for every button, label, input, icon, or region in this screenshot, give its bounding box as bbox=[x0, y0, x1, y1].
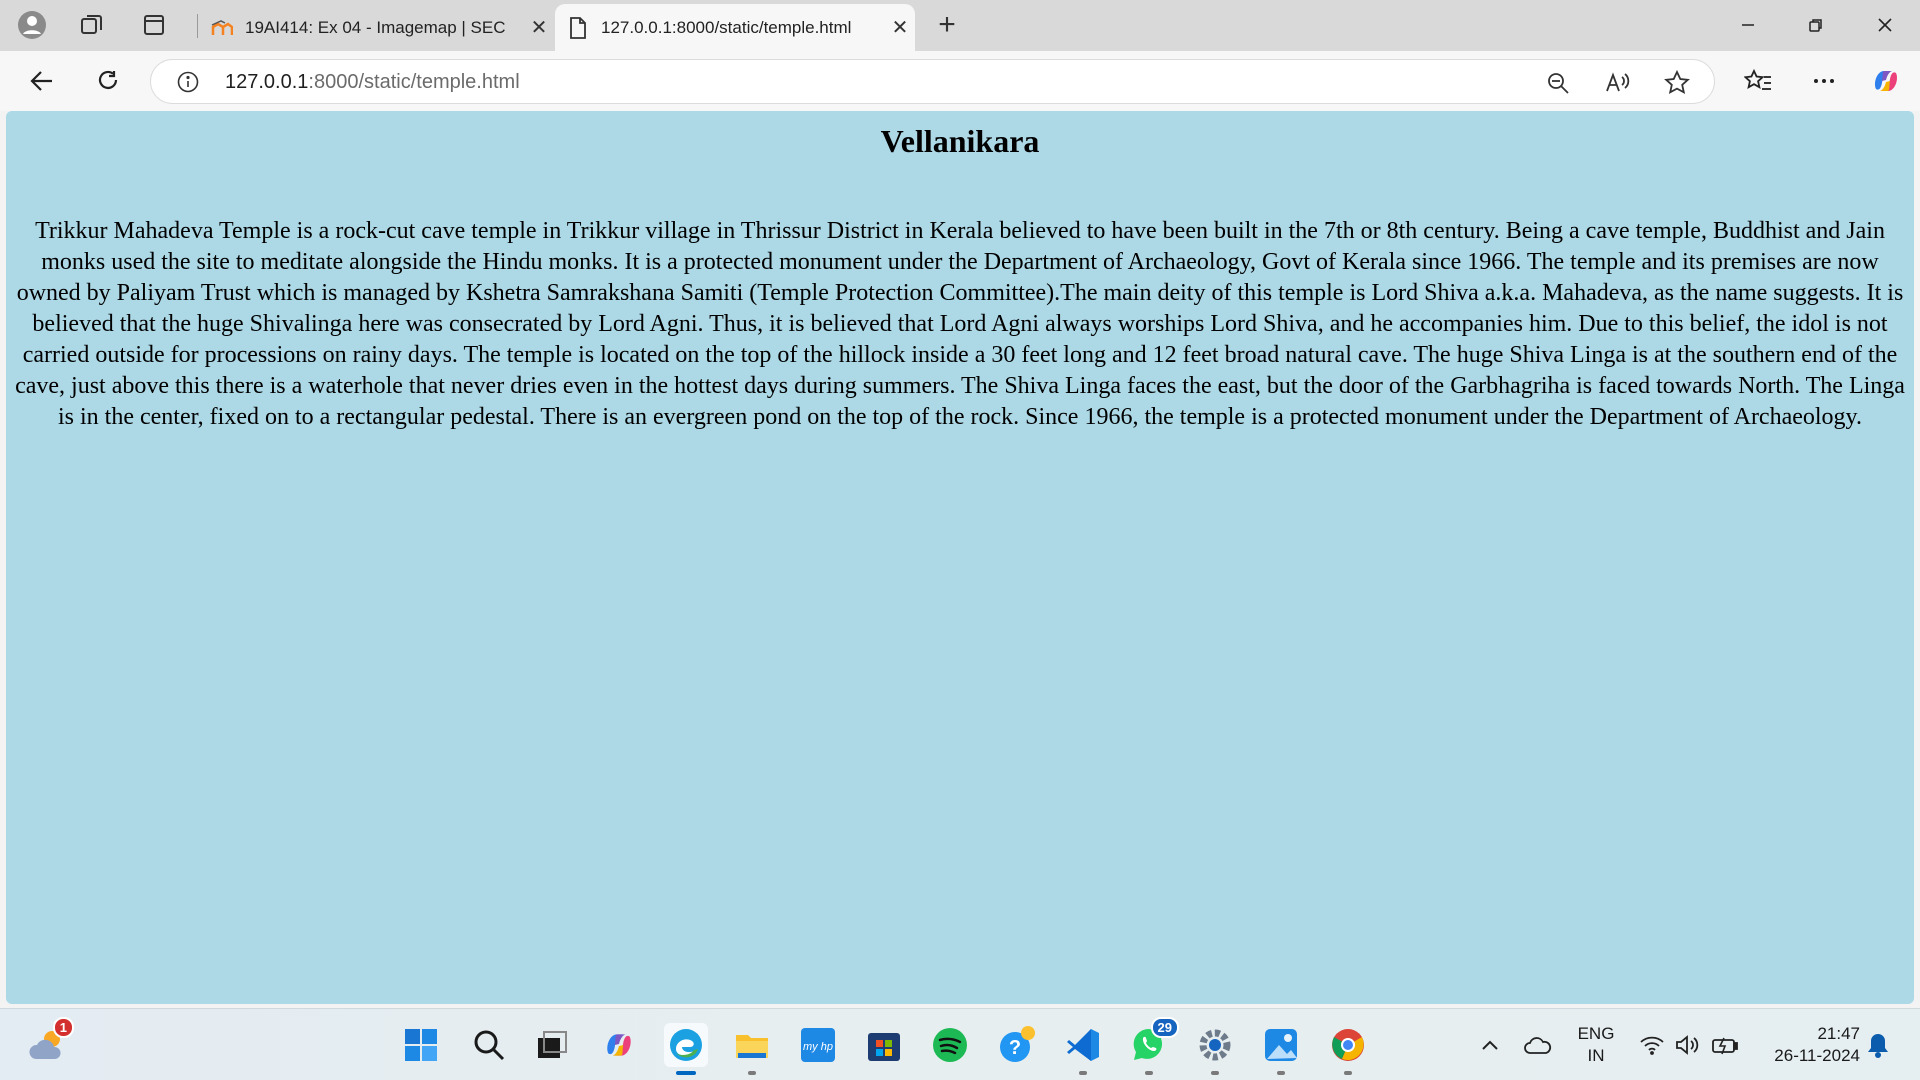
vscode-icon[interactable] bbox=[1061, 1023, 1105, 1075]
running-indicator bbox=[1079, 1071, 1087, 1075]
active-indicator bbox=[676, 1071, 696, 1075]
temple-description: Trikkur Mahadeva Temple is a rock-cut ca… bbox=[15, 218, 1905, 430]
myhp-icon[interactable]: my hp bbox=[796, 1023, 840, 1067]
browser-title-bar: 19AI414: Ex 04 - Imagemap | SEC ✕ 127.0.… bbox=[0, 0, 1920, 51]
language-indicator[interactable]: ENG IN bbox=[1574, 1023, 1618, 1067]
file-explorer-icon[interactable] bbox=[730, 1023, 774, 1075]
profile-icon[interactable] bbox=[14, 8, 50, 42]
show-hidden-icons-chevron-icon[interactable] bbox=[1468, 1023, 1512, 1067]
tab-temple[interactable]: 127.0.0.1:8000/static/temple.html ✕ bbox=[555, 4, 915, 51]
running-indicator bbox=[748, 1071, 756, 1075]
close-tab-icon[interactable]: ✕ bbox=[885, 15, 915, 40]
url-host: 127.0.0.1 bbox=[225, 71, 309, 93]
battery-icon[interactable] bbox=[1703, 1023, 1747, 1067]
url-text[interactable]: 127.0.0.1:8000/static/temple.html bbox=[225, 71, 520, 94]
tab-title: 127.0.0.1:8000/static/temple.html bbox=[601, 17, 852, 37]
moodle-favicon-icon bbox=[211, 17, 233, 39]
whatsapp-icon[interactable]: 29 bbox=[1127, 1017, 1179, 1075]
lang-line2: IN bbox=[1587, 1046, 1605, 1065]
address-bar[interactable]: 127.0.0.1:8000/static/temple.html bbox=[150, 59, 1715, 104]
copilot-icon[interactable] bbox=[1868, 63, 1904, 99]
page-content: Vellanikara Trikkur Mahadeva Temple is a… bbox=[6, 111, 1914, 1004]
favorite-star-icon[interactable] bbox=[1663, 69, 1691, 97]
svg-text:?: ? bbox=[1009, 1037, 1021, 1059]
zoom-out-icon[interactable] bbox=[1544, 69, 1572, 97]
system-clock[interactable]: 21:47 26-11-2024 bbox=[1755, 1023, 1860, 1067]
read-aloud-icon[interactable] bbox=[1604, 69, 1632, 97]
photos-icon[interactable] bbox=[1259, 1023, 1303, 1075]
clock-time: 21:47 bbox=[1817, 1024, 1860, 1043]
spotify-icon[interactable] bbox=[928, 1023, 972, 1067]
workspaces-icon[interactable] bbox=[74, 8, 110, 42]
browser-toolbar: 127.0.0.1:8000/static/temple.html bbox=[0, 51, 1920, 111]
tab-imagemap[interactable]: 19AI414: Ex 04 - Imagemap | SEC ✕ bbox=[199, 4, 554, 51]
close-tab-icon[interactable]: ✕ bbox=[524, 15, 554, 40]
weather-icon[interactable]: 1 bbox=[26, 1017, 74, 1067]
whatsapp-badge: 29 bbox=[1150, 1017, 1179, 1038]
page-heading: Vellanikara bbox=[880, 123, 1040, 159]
settings-icon[interactable] bbox=[1193, 1023, 1237, 1075]
notification-bell-icon[interactable] bbox=[1856, 1023, 1900, 1067]
task-view-icon[interactable] bbox=[530, 1023, 574, 1067]
search-icon[interactable] bbox=[467, 1023, 511, 1067]
tab-title: 19AI414: Ex 04 - Imagemap | SEC bbox=[245, 17, 506, 37]
reload-icon[interactable] bbox=[90, 63, 126, 99]
copilot-icon[interactable] bbox=[597, 1023, 641, 1067]
edge-icon[interactable] bbox=[664, 1023, 708, 1075]
more-menu-icon[interactable] bbox=[1806, 63, 1842, 99]
lang-line1: ENG bbox=[1577, 1024, 1615, 1043]
tab-separator bbox=[197, 14, 198, 38]
start-icon[interactable] bbox=[399, 1023, 443, 1067]
running-indicator bbox=[1211, 1071, 1219, 1075]
svg-text:my hp: my hp bbox=[803, 1041, 833, 1053]
page-favicon-icon bbox=[567, 16, 589, 39]
minimize-button[interactable] bbox=[1715, 0, 1781, 50]
clock-date: 26-11-2024 bbox=[1774, 1046, 1860, 1065]
microsoft-store-icon[interactable] bbox=[862, 1023, 906, 1067]
running-indicator bbox=[1145, 1071, 1153, 1075]
running-indicator bbox=[1277, 1071, 1285, 1075]
help-icon[interactable]: ? bbox=[995, 1023, 1039, 1067]
restore-button[interactable] bbox=[1783, 0, 1849, 50]
site-info-icon[interactable] bbox=[177, 71, 199, 93]
onedrive-icon[interactable] bbox=[1516, 1023, 1560, 1067]
running-indicator bbox=[1344, 1071, 1352, 1075]
vertical-tabs-icon[interactable] bbox=[136, 8, 172, 42]
chrome-icon[interactable] bbox=[1326, 1023, 1370, 1075]
close-window-button[interactable] bbox=[1852, 0, 1918, 50]
favorites-icon[interactable] bbox=[1740, 63, 1776, 99]
windows-taskbar: 1 my hp ? 29 ENG IN 21:47 26-11-2024 bbox=[0, 1008, 1920, 1080]
url-path: :8000/static/temple.html bbox=[308, 71, 520, 93]
back-icon[interactable] bbox=[24, 63, 60, 99]
weather-badge: 1 bbox=[52, 1017, 74, 1038]
new-tab-button[interactable]: + bbox=[930, 8, 964, 42]
